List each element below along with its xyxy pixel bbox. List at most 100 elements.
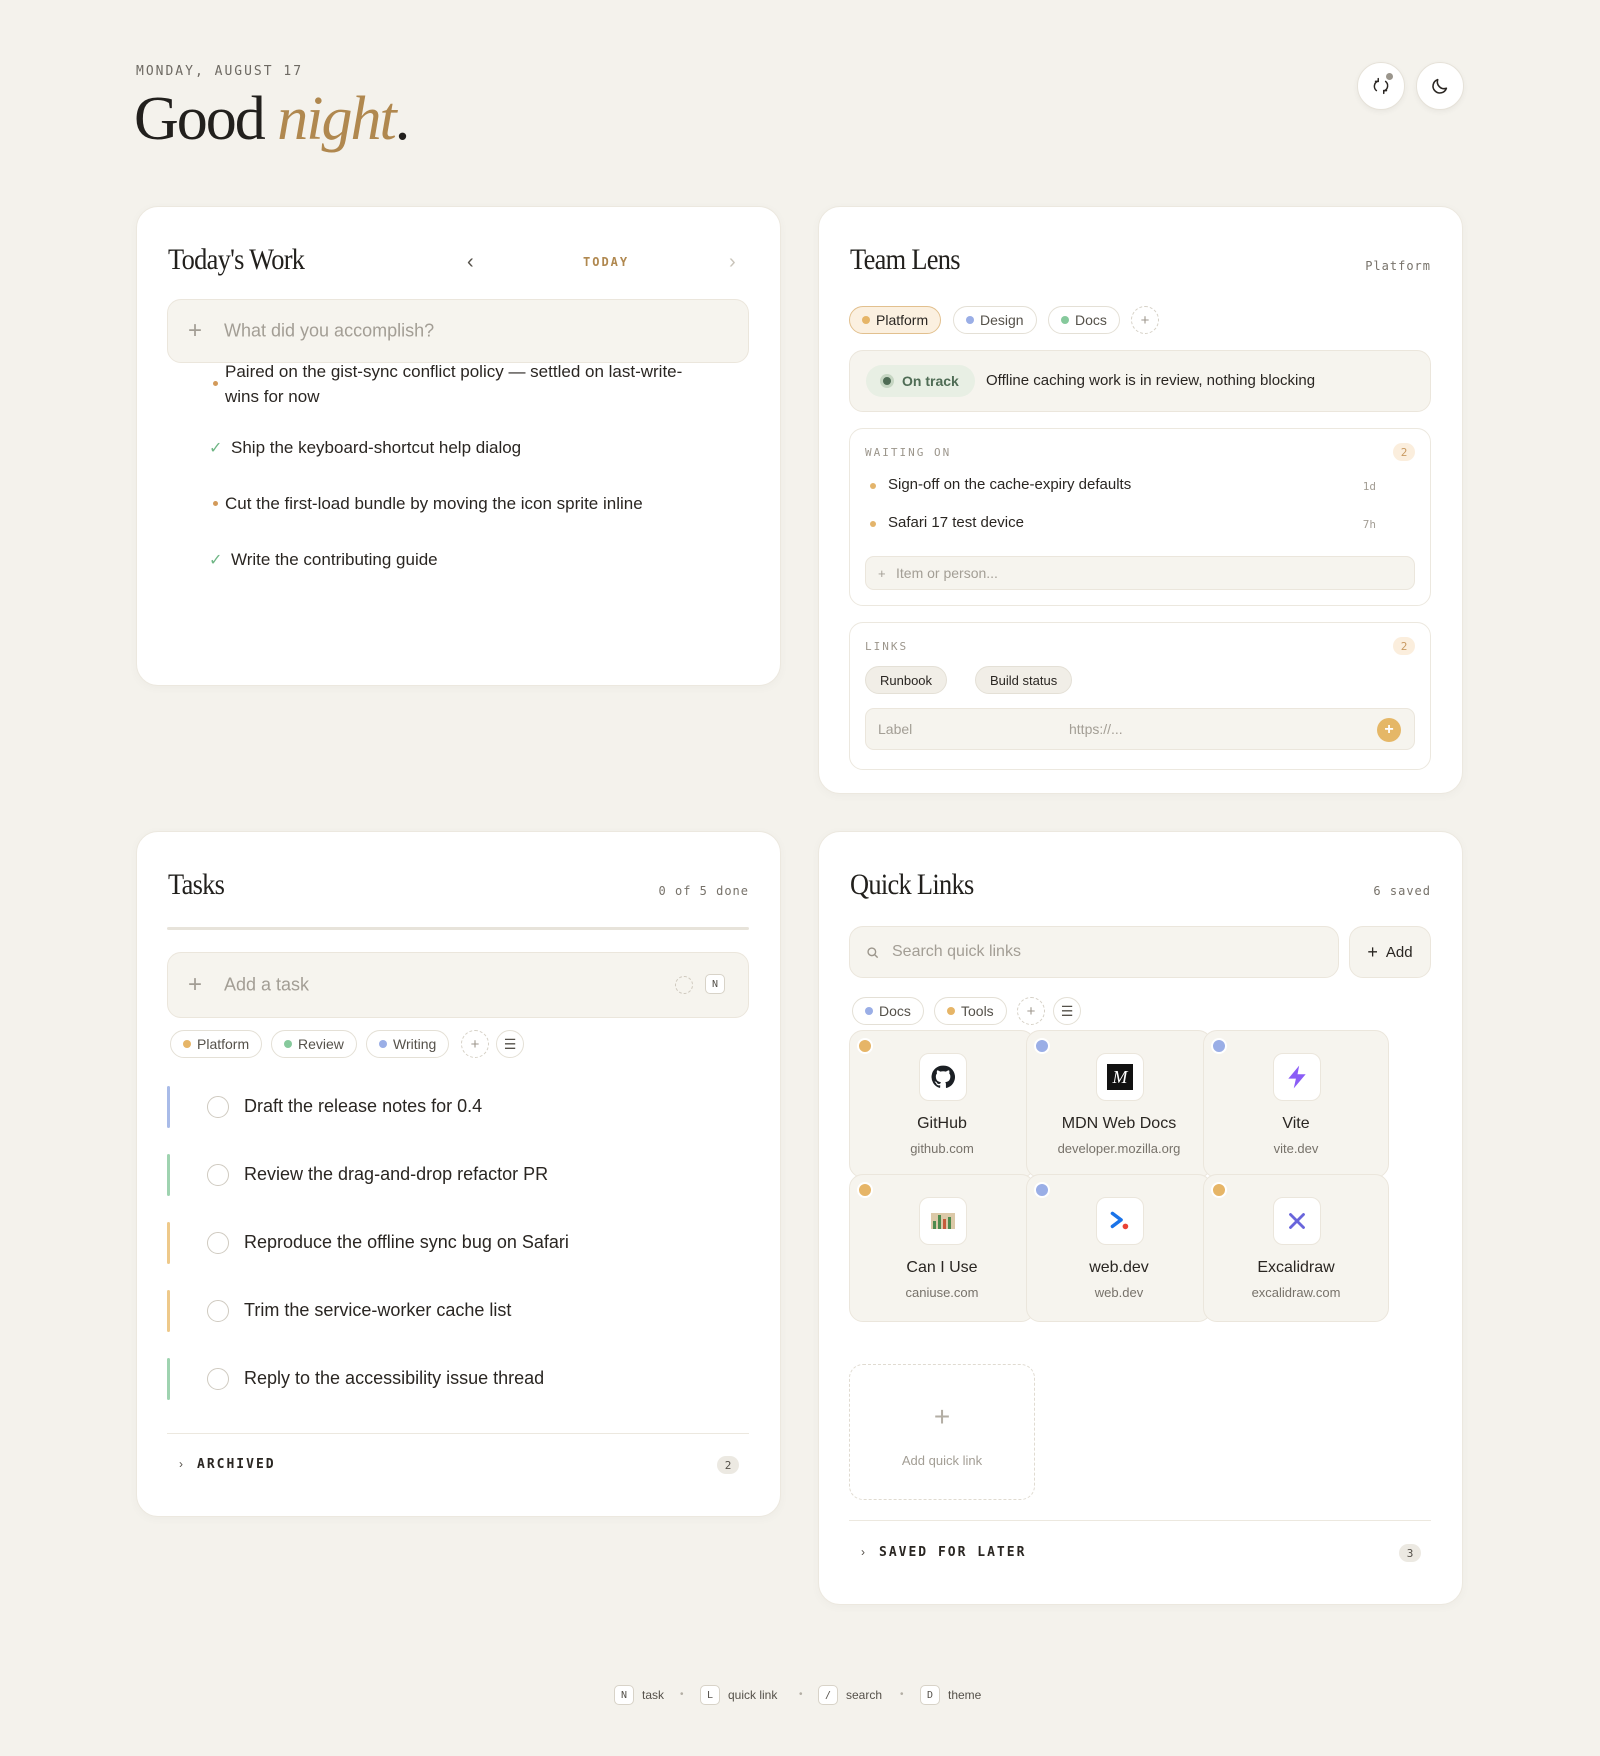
tasks-card: Tasks 0 of 5 done + Add a task N Draft t…	[136, 831, 781, 1517]
label-input[interactable]: Label	[878, 721, 912, 737]
work-item[interactable]: Cut the first-load bundle by moving the …	[173, 491, 703, 541]
search-input[interactable]: Search quick links	[849, 926, 1339, 978]
progress-label: 0 of 5 done	[658, 884, 749, 898]
plus-icon: +	[1367, 941, 1378, 962]
team-color-dot	[1061, 316, 1069, 324]
input-placeholder: Item or person...	[896, 565, 998, 581]
task-row[interactable]: Trim the service-worker cache list	[167, 1290, 749, 1332]
link-category-chip[interactable]: Tools	[934, 997, 1007, 1025]
waiting-item-input[interactable]: + Item or person...	[865, 556, 1415, 590]
task-checkbox[interactable]	[207, 1368, 229, 1390]
list-view-icon[interactable]: ☰	[496, 1030, 524, 1058]
chevron-left-icon[interactable]: ‹	[467, 251, 474, 274]
team-chip[interactable]: Docs	[1048, 306, 1120, 334]
bullet-icon	[213, 501, 218, 506]
vite-icon	[1273, 1053, 1321, 1101]
quick-link-url: github.com	[910, 1141, 974, 1156]
quick-link-tile[interactable]: web.dev web.dev	[1026, 1174, 1212, 1322]
shortcut-key: N	[614, 1685, 634, 1705]
separator-dot: •	[680, 1689, 684, 1700]
task-text: Reproduce the offline sync bug on Safari	[244, 1232, 569, 1252]
quick-link-tile[interactable]: Can I Use caniuse.com	[849, 1174, 1035, 1322]
archived-count: 2	[717, 1456, 739, 1474]
task-row[interactable]: Reproduce the offline sync bug on Safari	[167, 1222, 749, 1264]
task-row[interactable]: Review the drag-and-drop refactor PR	[167, 1154, 749, 1196]
accomplishment-input[interactable]: + What did you accomplish?	[167, 299, 749, 363]
task-row[interactable]: Draft the release notes for 0.4	[167, 1086, 749, 1128]
quick-link-tile[interactable]: M MDN Web Docs developer.mozilla.org	[1026, 1030, 1212, 1178]
quick-link-tile[interactable]: Excalidraw excalidraw.com	[1203, 1174, 1389, 1322]
task-tag-chip[interactable]: Platform	[170, 1030, 263, 1058]
archived-toggle[interactable]: › ARCHIVED 2	[167, 1433, 749, 1493]
work-item[interactable]: ✓ Write the contributing guide	[173, 547, 703, 597]
add-category-button[interactable]: +	[1017, 997, 1045, 1025]
count-badge: 2	[1393, 637, 1415, 655]
saved-for-later-toggle[interactable]: › SAVED FOR LATER 3	[849, 1520, 1431, 1582]
greeting-word: Good	[134, 85, 266, 153]
list-view-icon[interactable]: ☰	[1053, 997, 1081, 1025]
chevron-right-icon[interactable]: ›	[729, 251, 736, 274]
team-lens-card: Team Lens Platform On track Offline cach…	[818, 206, 1463, 794]
todays-work-card: Today's Work ‹ TODAY › + What did you ac…	[136, 206, 781, 686]
greeting-title: Good night.	[134, 84, 410, 155]
task-tag-chip[interactable]: Review	[271, 1030, 357, 1058]
category-color-dot	[1034, 1182, 1050, 1198]
footer-shortcut: / search	[818, 1685, 882, 1705]
waiting-on-panel: WAITING ON 2 Sign-off on the cache-expir…	[849, 428, 1431, 606]
date-label: MONDAY, AUGUST 17	[136, 64, 304, 79]
quick-link-name: web.dev	[1089, 1259, 1149, 1276]
shortcut-label: quick link	[728, 1688, 778, 1702]
add-link-button[interactable]: +	[1377, 718, 1401, 742]
task-checkbox[interactable]	[207, 1300, 229, 1322]
quick-link-url: excalidraw.com	[1251, 1285, 1341, 1300]
task-checkbox[interactable]	[207, 1096, 229, 1118]
shortcut-label: task	[642, 1688, 665, 1702]
sync-button[interactable]	[1357, 62, 1405, 110]
add-team-button[interactable]: +	[1131, 306, 1159, 334]
check-icon: ✓	[209, 440, 223, 457]
work-item[interactable]: Paired on the gist-sync conflict policy …	[173, 359, 703, 409]
add-label: Add	[1385, 943, 1413, 961]
team-chip[interactable]: Design	[953, 306, 1037, 334]
waiting-item[interactable]: Sign-off on the cache-expiry defaults	[870, 476, 1388, 498]
footer-shortcut: Lquick link	[700, 1685, 777, 1705]
task-tag-chip[interactable]: Writing	[366, 1030, 450, 1058]
task-checkbox[interactable]	[207, 1232, 229, 1254]
plus-icon: +	[878, 566, 886, 581]
links-panel: LINKS 2 Runbook Build status Label https:…	[849, 622, 1431, 770]
waiting-item[interactable]: Safari 17 test device	[870, 514, 1388, 536]
url-input[interactable]: https://...	[1069, 721, 1123, 737]
work-item[interactable]: ✓ Ship the keyboard-shortcut help dialog	[173, 435, 703, 485]
status-badge[interactable]: On track	[866, 365, 975, 397]
task-checkbox[interactable]	[207, 1164, 229, 1186]
task-text: Draft the release notes for 0.4	[244, 1096, 483, 1116]
input-placeholder: What did you accomplish?	[224, 320, 435, 341]
shortcut-label: search	[846, 1688, 883, 1702]
tag-color-dot	[284, 1040, 292, 1048]
team-chip[interactable]: Platform	[849, 306, 942, 334]
quick-link-name: Vite	[1282, 1115, 1310, 1132]
bullet-icon	[870, 483, 876, 489]
status-indicator-icon	[880, 374, 894, 388]
add-quick-link-button[interactable]: + Add	[1349, 926, 1431, 978]
add-tag-button[interactable]: +	[461, 1030, 489, 1058]
quick-link-url: vite.dev	[1273, 1141, 1319, 1156]
add-quick-link-tile[interactable]: + Add quick link	[849, 1364, 1035, 1500]
add-task-input[interactable]: + Add a task N	[167, 952, 749, 1018]
waiting-age: 1d	[1362, 480, 1376, 493]
link-category-chip[interactable]: Docs	[852, 997, 924, 1025]
github-icon	[919, 1053, 967, 1101]
task-row[interactable]: Reply to the accessibility issue thread	[167, 1358, 749, 1400]
quick-link-tile[interactable]: GitHub github.com	[849, 1030, 1035, 1178]
quick-link-tile[interactable]: Vite vite.dev	[1203, 1030, 1389, 1178]
waiting-age: 7h	[1362, 518, 1376, 531]
link-chip[interactable]: Build status	[975, 666, 1073, 694]
task-color-bar	[167, 1222, 170, 1264]
link-input-row: Label https://... +	[865, 708, 1415, 750]
saved-for-later-count: 3	[1399, 1544, 1421, 1562]
separator-dot: •	[799, 1689, 803, 1700]
status-message[interactable]: Offline caching work is in review, nothi…	[986, 372, 1315, 389]
date-nav-label[interactable]: TODAY	[583, 255, 629, 269]
link-chip[interactable]: Runbook	[865, 666, 948, 694]
theme-toggle-button[interactable]	[1416, 62, 1464, 110]
